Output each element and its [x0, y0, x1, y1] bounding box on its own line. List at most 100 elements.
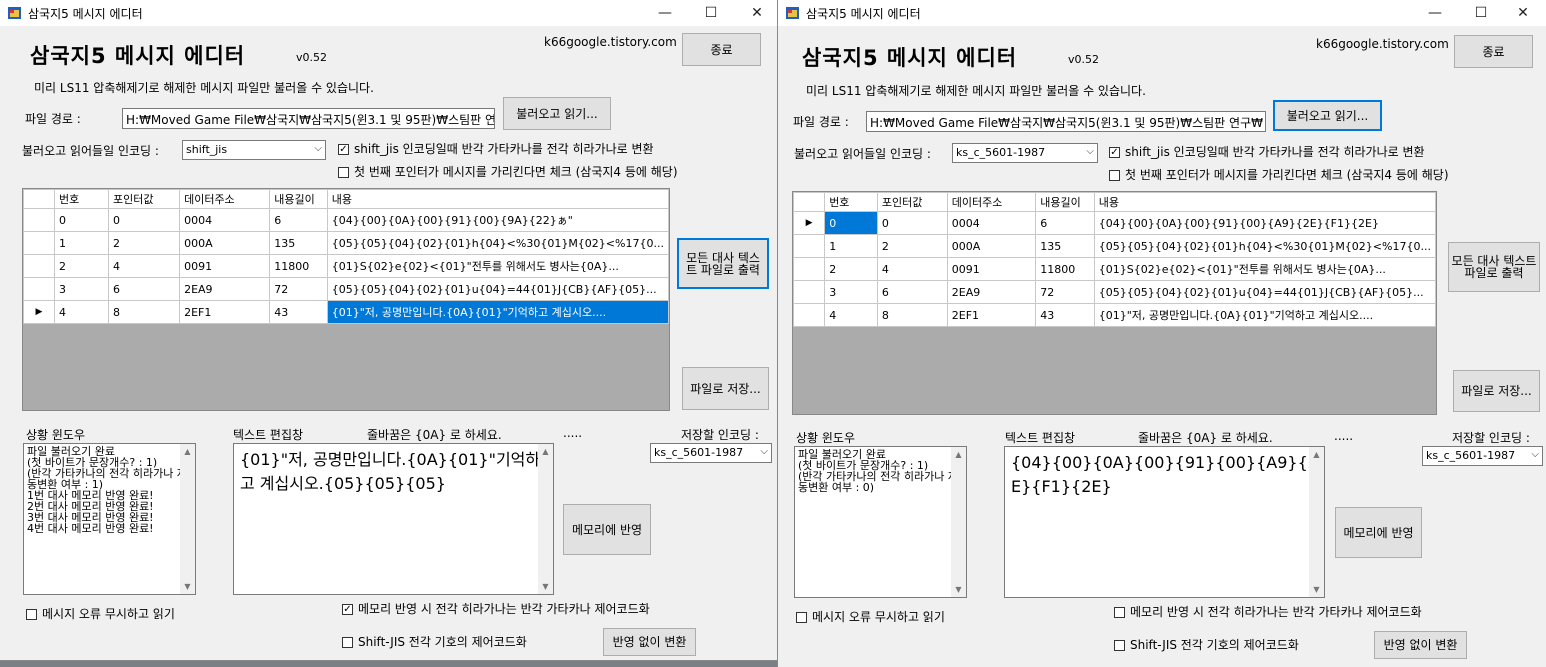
table-cell[interactable]: {01}"저, 공명만입니다.{0A}{01}"기억하고 계십시오....	[1093, 303, 1436, 327]
col-header-pointer[interactable]: 포인터값	[876, 192, 948, 212]
control-code-checkbox[interactable]: ✓ 메모리 반영 시 전각 히라가나는 반각 가타카나 제어코드화	[342, 603, 652, 615]
path-input[interactable]: H:₩Moved Game File₩삼국지₩삼국지5(윈3.1 및 95판)₩…	[122, 108, 495, 129]
status-scrollbar[interactable]: ▲ ▼	[180, 444, 195, 594]
row-header[interactable]	[23, 254, 55, 278]
table-row-selected[interactable]: ▶ 0 0 0004 6 {04}{00}{0A}{00}{91}{00}{A9…	[793, 211, 1436, 235]
exit-button[interactable]: 종료	[1454, 35, 1533, 68]
scroll-up-icon[interactable]: ▲	[180, 444, 195, 459]
checkbox-box[interactable]	[338, 167, 349, 178]
minimize-icon[interactable]: —	[642, 0, 688, 26]
table-cell[interactable]: 43	[269, 300, 328, 324]
table-cell[interactable]: 4	[53, 300, 110, 324]
table-cell[interactable]: {04}{00}{0A}{00}{91}{00}{A9}{2E}{F1}{2E}	[1093, 211, 1436, 235]
save-file-button[interactable]: 파일로 저장...	[1453, 370, 1540, 412]
table-cell[interactable]: {05}{05}{04}{02}{01}h{04}<%30{01}M{02}<%…	[1093, 234, 1436, 258]
katakana-checkbox[interactable]: ✓ shift_jis 인코딩일때 반각 가타카나를 전각 히라가나로 변환	[338, 143, 654, 155]
encoding-select[interactable]: shift_jis ⌵	[182, 140, 326, 160]
table-cell[interactable]: 6	[1035, 211, 1095, 235]
table-cell[interactable]: 1	[53, 231, 110, 255]
editor-scrollbar[interactable]: ▲ ▼	[538, 444, 553, 594]
checkbox-box[interactable]	[26, 609, 37, 620]
table-cell[interactable]: 4	[876, 257, 948, 281]
sjis-symbol-checkbox[interactable]: Shift-JIS 전각 기호의 제어코드화	[1114, 639, 1299, 651]
export-all-button[interactable]: 모든 대사 텍스트 파일로 출력	[1448, 242, 1540, 292]
table-cell[interactable]: {05}{05}{04}{02}{01}u{04}=44{01}J{CB}{AF…	[1093, 280, 1436, 304]
maximize-icon[interactable]: ☐	[1458, 0, 1504, 26]
table-cell[interactable]: 2EA9	[179, 277, 271, 301]
col-header-content[interactable]: 내용	[326, 189, 669, 209]
table-cell[interactable]: 2	[53, 254, 110, 278]
col-header-content[interactable]: 내용	[1093, 192, 1436, 212]
text-editor[interactable]: {01}"저, 공명만입니다.{0A}{01}"기억하고 계십시오.{05}{0…	[233, 443, 554, 595]
table-row[interactable]: 1 2 000A 135 {05}{05}{04}{02}{01}h{04}<%…	[793, 234, 1436, 258]
load-button[interactable]: 불러오고 읽기...	[1273, 100, 1382, 131]
table-cell-selected[interactable]: {01}"저, 공명만입니다.{0A}{01}"기억하고 계십시오....	[326, 300, 669, 324]
table-cell[interactable]: 0	[876, 211, 948, 235]
table-cell[interactable]: 1	[824, 234, 878, 258]
table-cell[interactable]: 72	[269, 277, 328, 301]
row-header[interactable]	[23, 231, 55, 255]
ignore-errors-checkbox[interactable]: 메시지 오류 무시하고 읽기	[26, 608, 175, 620]
exit-button[interactable]: 종료	[682, 33, 761, 66]
table-cell[interactable]: 2	[876, 234, 948, 258]
table-cell[interactable]: 0	[107, 208, 181, 232]
load-button[interactable]: 불러오고 읽기...	[503, 97, 611, 130]
col-header-address[interactable]: 데이터주소	[946, 192, 1037, 212]
scroll-down-icon[interactable]: ▼	[951, 582, 966, 597]
table-cell[interactable]: 135	[1035, 234, 1095, 258]
col-header-address[interactable]: 데이터주소	[179, 189, 271, 209]
row-header[interactable]	[793, 234, 826, 258]
message-grid[interactable]: 번호 포인터값 데이터주소 내용길이 내용 ▶ 0 0 0004 6 {04}{…	[792, 191, 1437, 415]
apply-memory-button[interactable]: 메모리에 반영	[1335, 507, 1422, 558]
row-header[interactable]	[23, 277, 55, 301]
scroll-up-icon[interactable]: ▲	[538, 444, 553, 459]
save-encoding-select[interactable]: ks_c_5601-1987 ⌵	[650, 443, 772, 463]
maximize-icon[interactable]: ☐	[688, 0, 734, 26]
table-cell[interactable]: 8	[876, 303, 948, 327]
checkbox-box[interactable]	[796, 612, 807, 623]
editor-scrollbar[interactable]: ▲ ▼	[1309, 447, 1324, 597]
checkbox-box[interactable]: ✓	[1109, 147, 1120, 158]
sjis-symbol-checkbox[interactable]: Shift-JIS 전각 기호의 제어코드화	[342, 636, 527, 648]
encoding-select[interactable]: ks_c_5601-1987 ⌵	[952, 143, 1098, 163]
table-cell[interactable]: 3	[824, 280, 878, 304]
status-textarea[interactable]: 파일 불러오기 완료 (첫 바이트가 문장개수? : 1) (반각 가타카나의 …	[23, 443, 196, 595]
table-cell[interactable]: {01}S{02}e{02}<{01}"전투를 위해서도 병사는{0A}...	[326, 254, 669, 278]
table-row[interactable]: 2 4 0091 11800 {01}S{02}e{02}<{01}"전투를 위…	[23, 254, 669, 278]
scroll-down-icon[interactable]: ▼	[1309, 582, 1324, 597]
table-cell[interactable]: 43	[1035, 303, 1095, 327]
row-header[interactable]	[793, 257, 826, 281]
row-header[interactable]	[793, 280, 826, 304]
control-code-checkbox[interactable]: 메모리 반영 시 전각 히라가나는 반각 가타카나 제어코드화	[1114, 606, 1424, 618]
save-encoding-select[interactable]: ks_c_5601-1987 ⌵	[1422, 446, 1543, 466]
table-row[interactable]: 2 4 0091 11800 {01}S{02}e{02}<{01}"전투를 위…	[793, 257, 1436, 281]
table-cell[interactable]: 000A	[946, 234, 1037, 258]
table-cell[interactable]: {05}{05}{04}{02}{01}h{04}<%30{01}M{02}<%…	[326, 231, 669, 255]
col-header-number[interactable]: 번호	[824, 192, 878, 212]
table-cell[interactable]: 0	[53, 208, 110, 232]
checkbox-box[interactable]: ✓	[338, 144, 349, 155]
checkbox-box[interactable]	[342, 637, 353, 648]
table-cell[interactable]: 6	[107, 277, 181, 301]
table-cell[interactable]: 0091	[946, 257, 1037, 281]
table-cell[interactable]: {05}{05}{04}{02}{01}u{04}=44{01}J{CB}{AF…	[326, 277, 669, 301]
checkbox-box[interactable]	[1109, 170, 1120, 181]
table-cell-selected[interactable]: 0	[824, 211, 878, 235]
col-header-length[interactable]: 내용길이	[269, 189, 328, 209]
col-header-number[interactable]: 번호	[53, 189, 110, 209]
table-cell[interactable]: 2EF1	[946, 303, 1037, 327]
row-pointer-icon[interactable]: ▶	[793, 211, 826, 235]
scroll-up-icon[interactable]: ▲	[951, 447, 966, 462]
table-cell[interactable]: 3	[53, 277, 110, 301]
table-cell[interactable]: 11800	[269, 254, 328, 278]
text-editor[interactable]: {04}{00}{0A}{00}{91}{00}{A9}{2E}{F1}{2E}…	[1004, 446, 1325, 598]
table-row-selected[interactable]: ▶ 4 8 2EF1 43 {01}"저, 공명만입니다.{0A}{01}"기억…	[23, 300, 669, 324]
table-row[interactable]: 3 6 2EA9 72 {05}{05}{04}{02}{01}u{04}=44…	[793, 280, 1436, 304]
pointer-checkbox[interactable]: 첫 번째 포인터가 메시지를 가리킨다면 체크 (삼국지4 등에 해당)	[338, 166, 678, 178]
scroll-up-icon[interactable]: ▲	[1309, 447, 1324, 462]
scroll-down-icon[interactable]: ▼	[538, 579, 553, 594]
convert-without-apply-button[interactable]: 반영 없이 변환	[603, 628, 696, 656]
title-bar[interactable]: 삼국지5 메시지 에디터 — ☐ ✕	[0, 0, 780, 26]
message-grid[interactable]: 번호 포인터값 데이터주소 내용길이 내용 0 0 0004 6 {04}{00…	[22, 188, 670, 411]
table-cell[interactable]: 135	[269, 231, 328, 255]
